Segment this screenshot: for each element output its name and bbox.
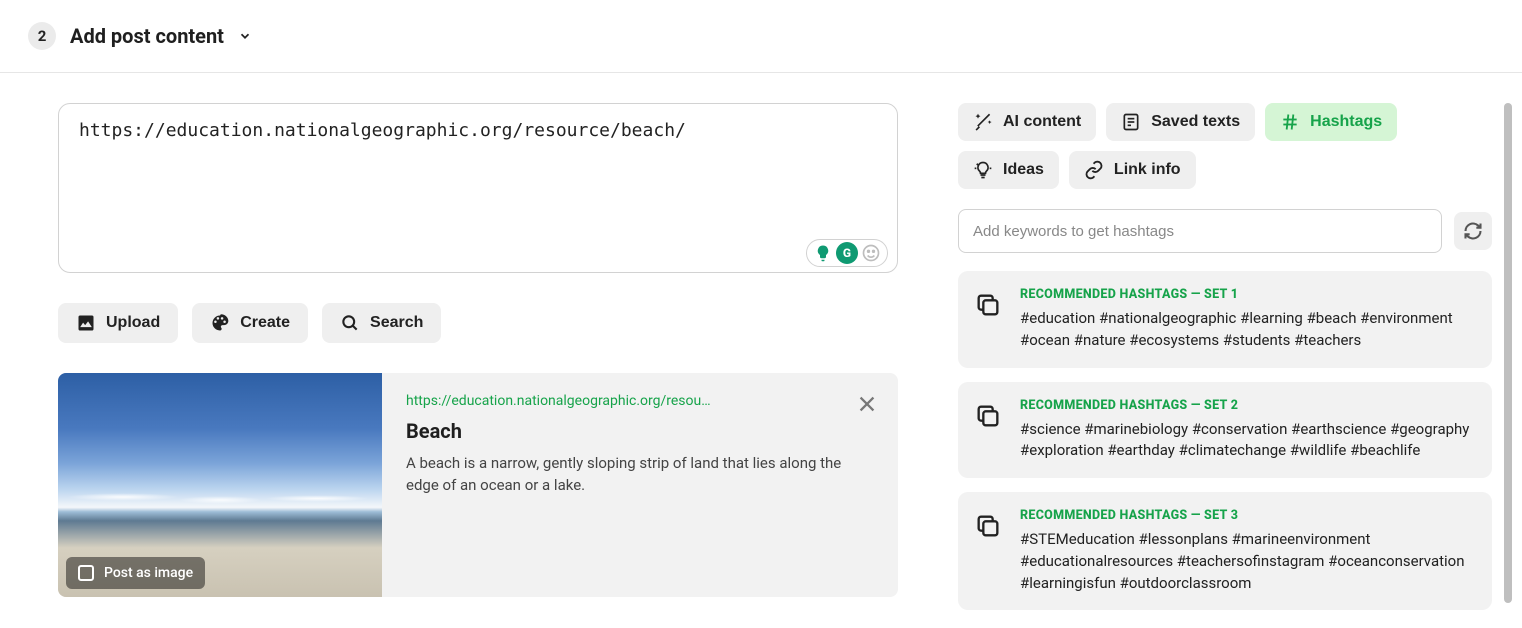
tab-ai-content-label: AI content xyxy=(1003,113,1081,131)
create-button[interactable]: Create xyxy=(192,303,308,343)
link-preview-image: Post as image xyxy=(58,373,382,597)
search-button[interactable]: Search xyxy=(322,303,441,343)
hashtag-set-tags: #STEMeducation #lessonplans #marineenvir… xyxy=(1020,529,1472,594)
step-number-badge: 2 xyxy=(28,22,56,50)
tab-ideas-label: Ideas xyxy=(1003,161,1044,179)
hashtag-set[interactable]: RECOMMENDED HASHTAGS — SET 3 #STEMeducat… xyxy=(958,492,1492,610)
copy-icon[interactable] xyxy=(974,291,1002,319)
hashtag-set-title: RECOMMENDED HASHTAGS — SET 2 xyxy=(1020,398,1472,413)
tab-ideas[interactable]: Ideas xyxy=(958,151,1059,189)
hashtag-sets-list: RECOMMENDED HASHTAGS — SET 1 #education … xyxy=(958,271,1492,610)
hashtag-set-tags: #education #nationalgeographic #learning… xyxy=(1020,308,1472,352)
grammarly-badge-icon[interactable]: G xyxy=(836,242,858,264)
chevron-down-icon[interactable] xyxy=(238,29,252,43)
create-label: Create xyxy=(240,314,290,332)
hashtag-keywords-input[interactable] xyxy=(958,209,1442,253)
magic-wand-icon xyxy=(973,112,993,132)
tab-saved-texts[interactable]: Saved texts xyxy=(1106,103,1255,141)
tab-hashtags-label: Hashtags xyxy=(1310,113,1382,131)
refresh-icon xyxy=(1463,221,1483,241)
hashtag-set[interactable]: RECOMMENDED HASHTAGS — SET 1 #education … xyxy=(958,271,1492,368)
checkbox-empty-icon xyxy=(78,565,94,581)
hashtag-set-title: RECOMMENDED HASHTAGS — SET 3 xyxy=(1020,508,1472,523)
tab-hashtags[interactable]: Hashtags xyxy=(1265,103,1397,141)
link-preview-url[interactable]: https://education.nationalgeographic.org… xyxy=(406,393,751,409)
hashtag-set-title: RECOMMENDED HASHTAGS — SET 1 xyxy=(1020,287,1472,302)
tab-link-info[interactable]: Link info xyxy=(1069,151,1196,189)
search-label: Search xyxy=(370,314,423,332)
tab-ai-content[interactable]: AI content xyxy=(958,103,1096,141)
link-preview-description: A beach is a narrow, gently sloping stri… xyxy=(406,453,874,497)
palette-icon xyxy=(210,313,230,333)
link-preview-card: Post as image https://education.national… xyxy=(58,373,898,597)
image-icon xyxy=(76,313,96,333)
section-header: 2 Add post content xyxy=(0,0,1522,73)
tab-saved-texts-label: Saved texts xyxy=(1151,113,1240,131)
section-title: Add post content xyxy=(70,24,224,48)
copy-icon[interactable] xyxy=(974,512,1002,540)
emoji-badge-icon[interactable] xyxy=(860,242,882,264)
post-content-input[interactable] xyxy=(58,103,898,273)
saved-texts-icon xyxy=(1121,112,1141,132)
post-as-image-label: Post as image xyxy=(104,565,193,581)
upload-button[interactable]: Upload xyxy=(58,303,178,343)
hashtag-icon xyxy=(1280,112,1300,132)
scrollbar[interactable] xyxy=(1504,103,1512,603)
hashtag-set-tags: #science #marinebiology #conservation #e… xyxy=(1020,419,1472,463)
upload-label: Upload xyxy=(106,314,160,332)
hashtag-set[interactable]: RECOMMENDED HASHTAGS — SET 2 #science #m… xyxy=(958,382,1492,479)
search-icon xyxy=(340,313,360,333)
link-preview-title: Beach xyxy=(406,419,874,443)
link-icon xyxy=(1084,160,1104,180)
refresh-hashtags-button[interactable] xyxy=(1454,212,1492,250)
post-as-image-toggle[interactable]: Post as image xyxy=(66,557,205,589)
lightbulb-badge-icon[interactable] xyxy=(812,242,834,264)
lightbulb-icon xyxy=(973,160,993,180)
close-icon[interactable] xyxy=(856,393,878,415)
composer-assist-badges: G xyxy=(806,239,888,267)
copy-icon[interactable] xyxy=(974,402,1002,430)
tab-link-info-label: Link info xyxy=(1114,161,1181,179)
